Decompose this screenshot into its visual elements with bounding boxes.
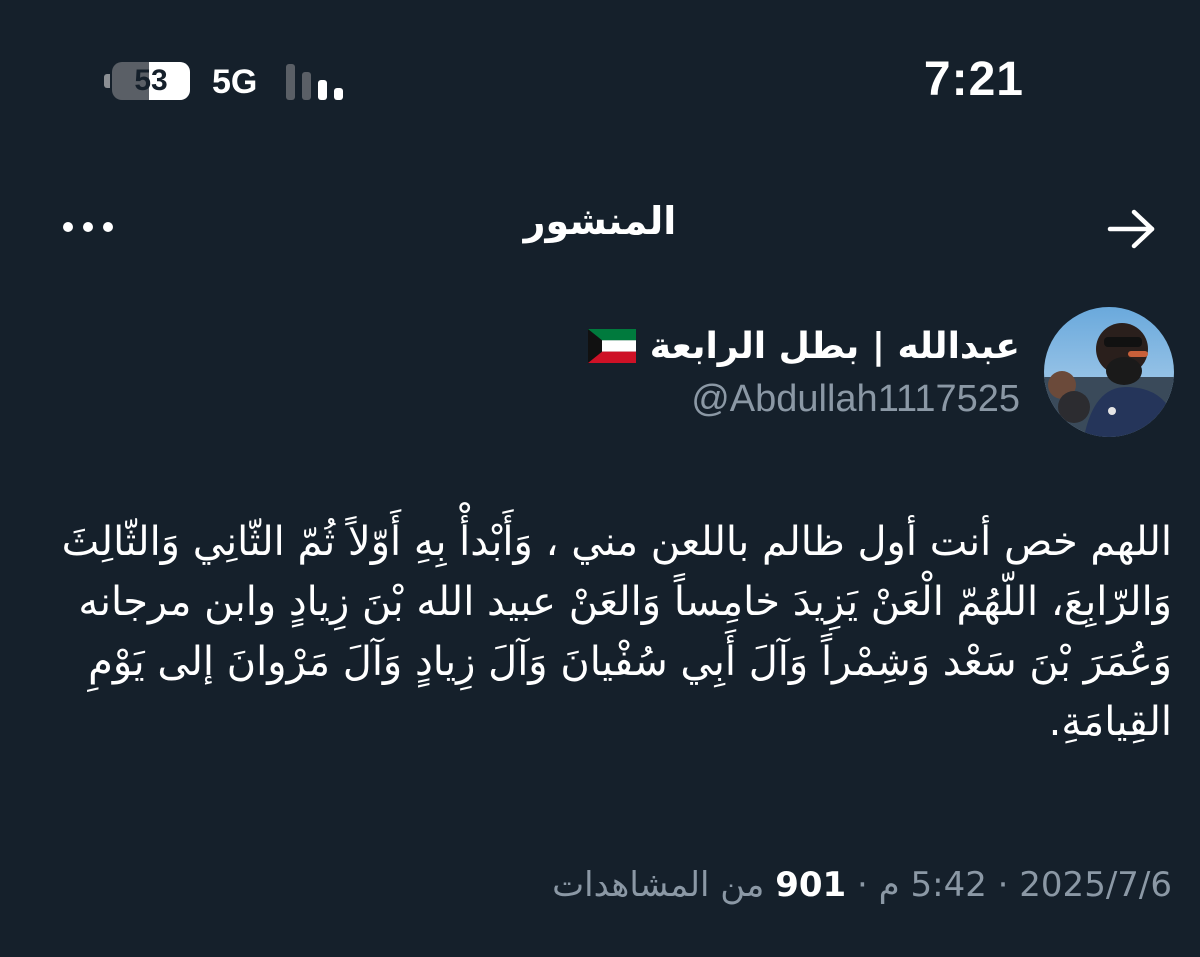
page-title: المنشور (523, 199, 677, 243)
author-display-name[interactable]: عبدالله | بطل الرابعة (650, 326, 1020, 367)
battery-level-text: 53 (134, 64, 168, 97)
back-arrow-icon[interactable] (1104, 205, 1160, 253)
tweet-meta: 2025/7/6 · 5:42 م · 901 من المشاهدات (552, 860, 1172, 910)
network-type: 5G (212, 63, 258, 101)
author-handle[interactable]: @Abdullah1117525 (691, 378, 1020, 421)
meta-separator: · (857, 865, 868, 905)
signal-strength-icon (286, 64, 350, 100)
top-nav: المنشور (0, 185, 1200, 275)
battery-indicator: 53 (104, 62, 190, 100)
status-bar: 53 5G 7:21 (0, 0, 1200, 150)
tweet-text: اللهم خص أنت أول ظالم باللعن مني ، وَأَب… (61, 519, 1172, 745)
tweet-date: 2025/7/6 (1019, 865, 1172, 905)
views-count[interactable]: 901 (775, 865, 846, 905)
status-time: 7:21 (923, 53, 1024, 106)
kuwait-flag-icon (587, 329, 636, 363)
views-label: من المشاهدات (552, 865, 765, 905)
meta-separator: · (997, 865, 1009, 905)
avatar[interactable] (1044, 307, 1174, 437)
tweet-time: 5:42 م (878, 865, 987, 905)
author-name-row: عبدالله | بطل الرابعة (587, 318, 1020, 374)
